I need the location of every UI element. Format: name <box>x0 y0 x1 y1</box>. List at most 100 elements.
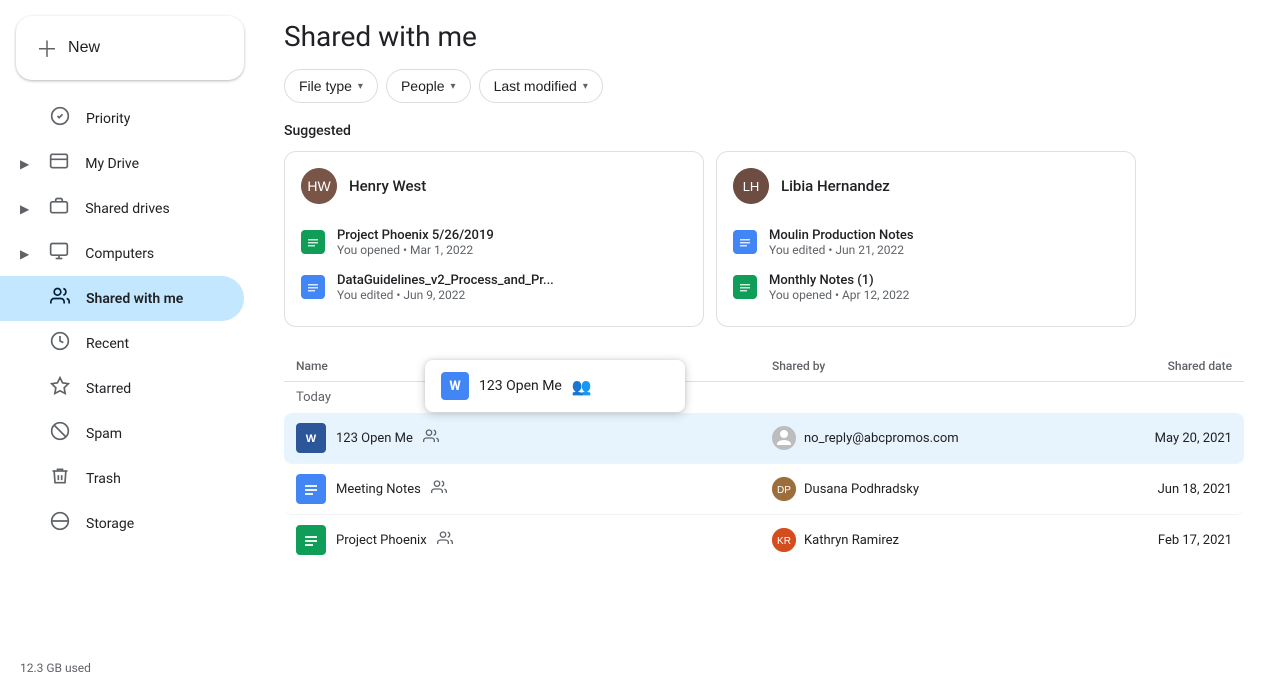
sidebar-item-starred[interactable]: Starred <box>0 366 244 411</box>
filter-last-modified[interactable]: Last modified ▾ <box>479 69 603 103</box>
starred-icon <box>50 376 70 401</box>
nav-item-label: Starred <box>86 381 131 397</box>
filter-people-label: People <box>401 78 445 94</box>
chevron-right-icon: ▶ <box>20 157 29 171</box>
nav-item-label: Priority <box>86 111 130 127</box>
cell-name: Project Phoenix <box>296 525 772 555</box>
nav-item-label: Shared drives <box>85 201 169 217</box>
trash-icon <box>50 466 70 491</box>
chevron-down-icon: ▾ <box>583 81 588 92</box>
sidebar-item-storage[interactable]: Storage <box>0 501 244 546</box>
cell-shared-date: Jun 18, 2021 <box>1052 482 1232 497</box>
storage-info: 12.3 GB used <box>0 649 260 687</box>
nav-item-label: Shared with me <box>86 291 183 307</box>
priority-icon <box>50 106 70 131</box>
shared-by-avatar: DP <box>772 477 796 501</box>
sidebar-item-my-drive[interactable]: ▶My Drive <box>0 141 244 186</box>
filter-people[interactable]: People ▾ <box>386 69 471 103</box>
new-button[interactable]: ＋ New <box>16 16 244 80</box>
sheets-icon <box>301 230 325 254</box>
table-row[interactable]: W 123 Open Me no_reply@abcpromos.com May 20… <box>284 413 1244 464</box>
cell-shared-date: Feb 17, 2021 <box>1052 533 1232 548</box>
main-content: Shared with me File type ▾ People ▾ Last… <box>260 0 1268 695</box>
plus-icon: ＋ <box>36 32 58 64</box>
cell-name: W 123 Open Me <box>296 423 772 453</box>
nav-item-label: Spam <box>86 426 122 442</box>
svg-text:W: W <box>306 433 317 445</box>
card-person: HW Henry West <box>301 168 687 204</box>
sidebar-item-priority[interactable]: Priority <box>0 96 244 141</box>
cell-shared-by: KR Kathryn Ramirez <box>772 528 1052 552</box>
nav-item-label: Storage <box>86 516 134 532</box>
shared-people-icon <box>431 479 447 499</box>
nav-item-label: Recent <box>86 336 129 352</box>
suggested-grid: HW Henry West Project Phoenix 5/26/2019You… <box>284 151 1244 327</box>
tooltip-filename: 123 Open Me <box>479 378 562 394</box>
shared-with-me-icon <box>50 286 70 311</box>
card-file-item[interactable]: Project Phoenix 5/26/2019You opened • Ma… <box>301 220 687 265</box>
table-row[interactable]: Meeting Notes DP Dusana Podhradsky Jun 18, … <box>284 464 1244 515</box>
svg-text:DP: DP <box>777 485 791 496</box>
nav-item-label: Computers <box>85 246 154 262</box>
filters-bar: File type ▾ People ▾ Last modified ▾ <box>284 69 1244 103</box>
chevron-down-icon: ▾ <box>358 81 363 92</box>
sheets-file-icon <box>296 525 326 555</box>
tooltip-shared-icon: 👥 <box>572 377 592 396</box>
shared-by-name: no_reply@abcpromos.com <box>804 431 959 446</box>
card-file-name: DataGuidelines_v2_Process_and_Pr... <box>337 273 554 288</box>
card-file-item[interactable]: Monthly Notes (1)You opened • Apr 12, 20… <box>733 265 1119 310</box>
sheets-icon <box>733 275 757 299</box>
tooltip-popup: W 123 Open Me 👥 <box>425 360 685 412</box>
card-file-name: Monthly Notes (1) <box>769 273 909 288</box>
page-title: Shared with me <box>284 20 1244 53</box>
shared-people-icon <box>423 428 439 448</box>
shared-by-name: Dusana Podhradsky <box>804 482 919 497</box>
card-person-name: Henry West <box>349 177 426 195</box>
suggested-section-label: Suggested <box>284 123 1244 139</box>
chevron-right-icon: ▶ <box>20 202 29 216</box>
card-file-item[interactable]: Moulin Production NotesYou edited • Jun … <box>733 220 1119 265</box>
sidebar-item-recent[interactable]: Recent <box>0 321 244 366</box>
file-name-text: Meeting Notes <box>336 482 421 497</box>
avatar: HW <box>301 168 337 204</box>
card-person-name: Libia Hernandez <box>781 177 890 195</box>
card-file-item[interactable]: DataGuidelines_v2_Process_and_Pr...You e… <box>301 265 687 310</box>
sidebar: ＋ New Priority▶My Drive▶Shared drives▶Co… <box>0 0 260 695</box>
file-name-text: 123 Open Me <box>336 431 413 446</box>
svg-text:LH: LH <box>743 179 760 194</box>
docs-file-icon <box>296 474 326 504</box>
nav-items: Priority▶My Drive▶Shared drives▶Computer… <box>0 96 260 546</box>
computers-icon <box>49 241 69 266</box>
sidebar-item-shared-with-me[interactable]: Shared with me <box>0 276 244 321</box>
card-file-meta: You opened • Apr 12, 2022 <box>769 288 909 302</box>
sidebar-item-trash[interactable]: Trash <box>0 456 244 501</box>
card-file-meta: You edited • Jun 21, 2022 <box>769 243 914 257</box>
card-person: LH Libia Hernandez <box>733 168 1119 204</box>
my-drive-icon <box>49 151 69 176</box>
sidebar-item-shared-drives[interactable]: ▶ Shared drives <box>0 186 244 231</box>
filter-last-modified-label: Last modified <box>494 78 577 94</box>
table-row[interactable]: Project Phoenix KR Kathryn Ramirez Feb 17, … <box>284 515 1244 565</box>
shared-by-avatar <box>772 426 796 450</box>
suggested-card-1[interactable]: LH Libia Hernandez Moulin Production Notes… <box>716 151 1136 327</box>
recent-icon <box>50 331 70 356</box>
nav-item-label: Trash <box>86 471 121 487</box>
col-shared-by: Shared by <box>772 359 1052 373</box>
docs-icon <box>733 230 757 254</box>
col-shared-date: Shared date <box>1052 359 1232 373</box>
shared-people-icon <box>437 530 453 550</box>
cell-name: Meeting Notes <box>296 474 772 504</box>
word-file-icon: W <box>296 423 326 453</box>
suggested-card-0[interactable]: HW Henry West Project Phoenix 5/26/2019You… <box>284 151 704 327</box>
cell-shared-by: DP Dusana Podhradsky <box>772 477 1052 501</box>
cell-shared-date: May 20, 2021 <box>1052 431 1232 446</box>
svg-text:HW: HW <box>307 178 331 194</box>
filter-file-type[interactable]: File type ▾ <box>284 69 378 103</box>
sidebar-item-spam[interactable]: Spam <box>0 411 244 456</box>
svg-text:KR: KR <box>777 536 791 547</box>
sidebar-item-computers[interactable]: ▶Computers <box>0 231 244 276</box>
file-name-text: Project Phoenix <box>336 533 427 548</box>
docs-icon <box>301 275 325 299</box>
avatar: LH <box>733 168 769 204</box>
shared-by-name: Kathryn Ramirez <box>804 533 899 548</box>
